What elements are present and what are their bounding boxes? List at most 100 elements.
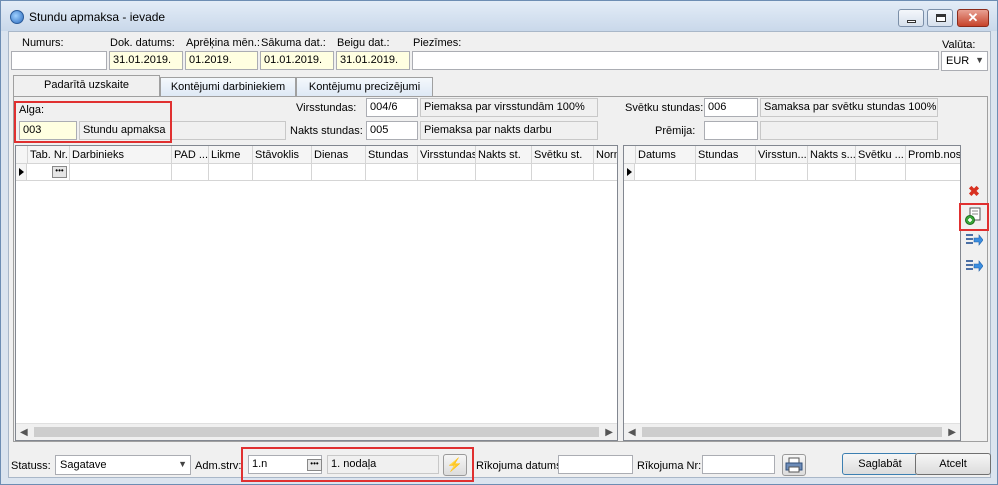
scroll-right-icon[interactable]: ▶ bbox=[948, 427, 956, 438]
cell-svetku[interactable] bbox=[856, 164, 906, 181]
col-tab-nr[interactable]: Tab. Nr. bbox=[28, 146, 70, 164]
dok-datums-field[interactable]: 31.01.2019. bbox=[109, 51, 183, 70]
close-icon: ✕ bbox=[967, 10, 979, 25]
chevron-down-icon: ▼ bbox=[975, 55, 984, 65]
valuta-select[interactable]: EUR ▼ bbox=[941, 51, 988, 71]
cell-tab-nr[interactable]: ••• bbox=[28, 164, 70, 181]
adm-strv-highlight bbox=[241, 447, 474, 482]
cell-stavoklis[interactable] bbox=[253, 164, 312, 181]
cell-nakts[interactable] bbox=[808, 164, 856, 181]
row-indicator-header bbox=[16, 146, 28, 164]
col-datums[interactable]: Datums bbox=[636, 146, 696, 164]
statuss-select[interactable]: Sagatave ▼ bbox=[55, 455, 191, 475]
employees-grid-hscrollbar[interactable]: ◀ ▶ bbox=[16, 423, 617, 440]
premija-desc-field bbox=[760, 121, 938, 140]
cell-likme[interactable] bbox=[209, 164, 253, 181]
scroll-thumb[interactable] bbox=[642, 427, 942, 437]
cell-virsstundas[interactable] bbox=[756, 164, 808, 181]
scroll-thumb[interactable] bbox=[34, 427, 599, 437]
chevron-down-icon: ▼ bbox=[178, 459, 187, 469]
dates-grid[interactable]: Datums Stundas Virsstun... Nakts s... Sv… bbox=[623, 145, 961, 441]
col-norm[interactable]: Norm bbox=[594, 146, 617, 164]
nakts-code-field[interactable]: 005 bbox=[366, 121, 418, 140]
col-pad[interactable]: PAD ... bbox=[172, 146, 209, 164]
minimize-button[interactable] bbox=[898, 9, 924, 27]
cell-pad[interactable] bbox=[172, 164, 209, 181]
window-title: Stundu apmaksa - ievade bbox=[29, 10, 166, 24]
aprekina-men-field[interactable]: 01.2019. bbox=[185, 51, 258, 70]
rikojuma-nr-field[interactable] bbox=[702, 455, 775, 474]
employees-grid[interactable]: Tab. Nr. Darbinieks PAD ... Likme Stāvok… bbox=[15, 145, 618, 441]
close-button[interactable]: ✕ bbox=[957, 9, 989, 27]
delete-icon[interactable]: ✖ bbox=[964, 181, 984, 201]
col-dienas[interactable]: Dienas bbox=[312, 146, 366, 164]
cell-stundas[interactable] bbox=[696, 164, 756, 181]
tab-kontejumi-darbiniekiem[interactable]: Kontējumi darbiniekiem bbox=[160, 77, 296, 97]
title-bar[interactable]: Stundu apmaksa - ievade ✕ bbox=[1, 1, 997, 31]
col-virsstundas[interactable]: Virsstun... bbox=[756, 146, 808, 164]
col-promb-nosa[interactable]: Promb.nosa bbox=[906, 146, 960, 164]
cell-nakts-st[interactable] bbox=[476, 164, 532, 181]
col-nakts[interactable]: Nakts s... bbox=[808, 146, 856, 164]
statuss-value: Sagatave bbox=[60, 459, 107, 471]
virsstundas-code-field[interactable]: 004/6 bbox=[366, 98, 418, 117]
cancel-button[interactable]: Atcelt bbox=[915, 453, 991, 475]
table-row[interactable] bbox=[624, 164, 960, 181]
scroll-left-icon[interactable]: ◀ bbox=[628, 427, 636, 438]
col-svetku[interactable]: Svētku ... bbox=[856, 146, 906, 164]
move-right-icon[interactable] bbox=[964, 259, 984, 279]
col-stundas[interactable]: Stundas bbox=[696, 146, 756, 164]
cell-virsstundas[interactable] bbox=[418, 164, 476, 181]
col-nakts-st[interactable]: Nakts st. bbox=[476, 146, 532, 164]
maximize-icon bbox=[936, 14, 946, 22]
printer-icon bbox=[785, 457, 803, 473]
scroll-left-icon[interactable]: ◀ bbox=[20, 427, 28, 438]
dok-datums-label: Dok. datums: bbox=[110, 37, 175, 49]
col-svetku-st[interactable]: Svētku st. bbox=[532, 146, 594, 164]
valuta-label: Valūta: bbox=[942, 39, 976, 51]
print-button[interactable] bbox=[782, 454, 806, 476]
sakuma-dat-field[interactable]: 01.01.2019. bbox=[260, 51, 334, 70]
rikojuma-nr-label: Rīkojuma Nr: bbox=[637, 460, 702, 472]
scroll-right-icon[interactable]: ▶ bbox=[605, 427, 613, 438]
premija-code-field[interactable] bbox=[704, 121, 758, 140]
dates-grid-header: Datums Stundas Virsstun... Nakts s... Sv… bbox=[624, 146, 960, 164]
table-row[interactable]: ••• bbox=[16, 164, 617, 181]
tab-kontejumu-precizejumi[interactable]: Kontējumu precizējumi bbox=[296, 77, 433, 97]
numurs-label: Numurs: bbox=[22, 37, 64, 49]
app-window: Stundu apmaksa - ievade ✕ Numurs: Dok. d… bbox=[0, 0, 998, 485]
virsstundas-desc-field: Piemaksa par virsstundām 100% bbox=[420, 98, 598, 117]
move-right-icon[interactable] bbox=[964, 233, 984, 253]
cell-stundas[interactable] bbox=[366, 164, 418, 181]
svetku-code-field[interactable]: 006 bbox=[704, 98, 758, 117]
maximize-button[interactable] bbox=[927, 9, 953, 27]
numurs-field[interactable] bbox=[11, 51, 107, 70]
piezimes-field[interactable] bbox=[412, 51, 939, 70]
cell-dienas[interactable] bbox=[312, 164, 366, 181]
svetku-desc-field: Samaksa par svētku stundas 100% (m bbox=[760, 98, 938, 117]
cell-datums[interactable] bbox=[636, 164, 696, 181]
col-virsstundas[interactable]: Virsstundas bbox=[418, 146, 476, 164]
tab-padarita-uzskaite[interactable]: Padarītā uzskaite bbox=[13, 75, 160, 97]
row-indicator bbox=[624, 164, 635, 180]
row-indicator bbox=[16, 164, 27, 180]
col-darbinieks[interactable]: Darbinieks bbox=[70, 146, 172, 164]
statuss-label: Statuss: bbox=[11, 460, 51, 472]
col-likme[interactable]: Likme bbox=[209, 146, 253, 164]
col-stundas[interactable]: Stundas bbox=[366, 146, 418, 164]
rikojuma-datums-field[interactable] bbox=[558, 455, 633, 474]
cell-svetku-st[interactable] bbox=[532, 164, 594, 181]
save-button[interactable]: Saglabāt bbox=[842, 453, 918, 475]
nakts-label: Nakts stundas: bbox=[290, 125, 363, 137]
current-row-icon bbox=[627, 168, 632, 176]
app-icon bbox=[10, 10, 24, 24]
beigu-dat-label: Beigu dat.: bbox=[337, 37, 390, 49]
dates-grid-hscrollbar[interactable]: ◀ ▶ bbox=[624, 423, 960, 440]
rikojuma-datums-label: Rīkojuma datums: bbox=[476, 460, 565, 472]
form-body: Numurs: Dok. datums: 31.01.2019. Aprēķin… bbox=[8, 31, 991, 482]
col-stavoklis[interactable]: Stāvoklis bbox=[253, 146, 312, 164]
ellipsis-button[interactable]: ••• bbox=[52, 166, 67, 178]
current-row-icon bbox=[19, 168, 24, 176]
cell-darbinieks[interactable] bbox=[70, 164, 172, 181]
beigu-dat-field[interactable]: 31.01.2019. bbox=[336, 51, 410, 70]
